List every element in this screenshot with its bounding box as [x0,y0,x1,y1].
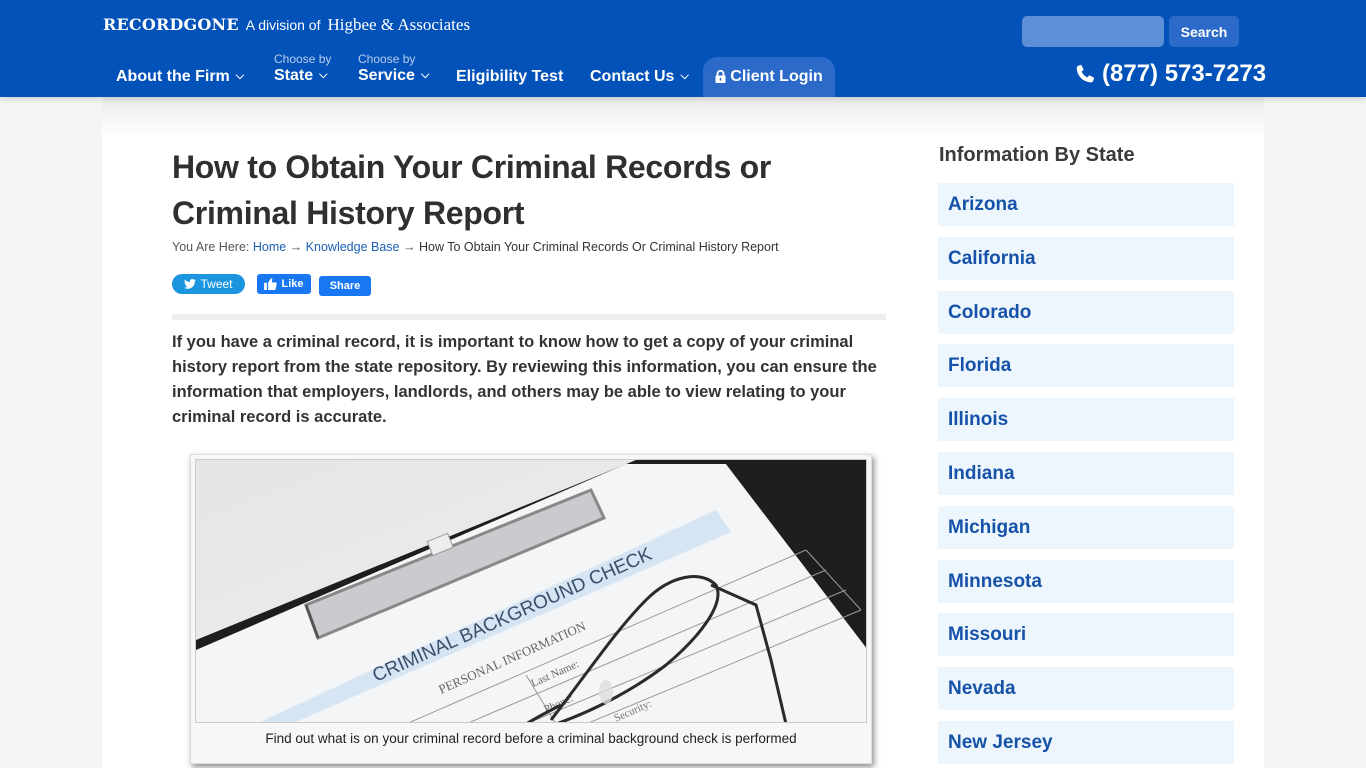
state-list: Arizona California Colorado Florida Illi… [938,183,1234,768]
nav-label: State [274,67,314,84]
chevron-down-icon: ⌵ [235,70,245,82]
figure-caption: Find out what is on your criminal record… [265,731,797,746]
state-link-california[interactable]: California [938,236,1234,280]
article-figure: CRIMINAL BACKGROUND CHECK PERSONAL INFOR… [190,454,872,764]
tweet-label: Tweet [200,277,233,291]
chevron-down-icon: ⌵ [319,69,328,81]
logo[interactable]: RECORDGONE [103,15,239,34]
brand[interactable]: RECORDGONE A division of Higbee & Associ… [103,15,470,35]
parent-company[interactable]: Higbee & Associates [327,15,470,35]
facebook-share-button[interactable]: Share [319,276,371,296]
phone-icon [1076,64,1095,83]
state-link-colorado[interactable]: Colorado [938,290,1234,334]
state-link-new-jersey[interactable]: New Jersey [938,720,1234,764]
content-divider [172,314,886,320]
like-label: Like [281,278,304,290]
state-link-florida[interactable]: Florida [938,344,1234,388]
search-input[interactable] [1022,16,1164,47]
sidebar-title: Information By State [939,144,1135,166]
breadcrumb-separator: → [289,240,303,254]
phone-number-text: (877) 573-7273 [1102,60,1267,87]
thumbs-up-icon [264,278,278,290]
state-link-minnesota[interactable]: Minnesota [938,559,1234,603]
breadcrumb-home[interactable]: Home [253,240,286,254]
tweet-button[interactable]: Tweet [172,274,245,294]
breadcrumb-prefix: You Are Here: [172,240,250,254]
state-link-michigan[interactable]: Michigan [938,505,1234,549]
state-link-arizona[interactable]: Arizona [938,183,1234,226]
share-label: Share [329,280,361,292]
chevron-down-icon: ⌵ [420,69,430,81]
nav-label: Contact Us [590,68,675,85]
breadcrumb-knowledge-base[interactable]: Knowledge Base [306,240,400,254]
state-link-nevada[interactable]: Nevada [938,667,1234,711]
search-button[interactable]: Search [1169,16,1239,47]
nav-sublabel: Choose by [358,52,416,66]
state-link-indiana[interactable]: Indiana [938,451,1234,495]
background-check-image: CRIMINAL BACKGROUND CHECK PERSONAL INFOR… [195,459,867,723]
breadcrumb-current: How To Obtain Your Criminal Records Or C… [418,240,779,254]
state-link-missouri[interactable]: Missouri [938,613,1234,657]
breadcrumb: You Are Here: Home → Knowledge Base → Ho… [172,240,779,254]
page-title: How to Obtain Your Criminal Records or C… [172,149,772,231]
client-login-tab[interactable]: Client Login [703,57,835,97]
division-text: A division of [245,17,321,33]
nav-label: Eligibility Test [456,68,564,85]
nav-choose-by-service[interactable]: Choose by Service ⌵ [358,52,429,85]
breadcrumb-separator: → [402,240,416,254]
nav-choose-by-state[interactable]: Choose by State ⌵ [274,52,331,85]
nav-eligibility-test[interactable]: Eligibility Test [456,68,563,86]
lock-icon [715,69,726,83]
nav-label: About the Firm [116,68,230,85]
twitter-bird-icon [184,279,197,289]
nav-sublabel: Choose by [274,52,332,66]
state-link-illinois[interactable]: Illinois [938,398,1234,442]
nav-contact-us[interactable]: Contact Us ⌵ [590,68,689,86]
phone-number[interactable]: (877) 573-7273 [1074,60,1266,88]
nav-about-the-firm[interactable]: About the Firm ⌵ [116,68,244,86]
intro-paragraph: If you have a criminal record, it is imp… [172,333,877,426]
facebook-like-button[interactable]: Like [257,274,311,294]
clipboard-illustration: CRIMINAL BACKGROUND CHECK PERSONAL INFOR… [196,460,866,722]
nav-label: Service [358,67,415,84]
chevron-down-icon: ⌵ [680,70,689,82]
site-header: RECORDGONE A division of Higbee & Associ… [0,0,1366,97]
client-login-label: Client Login [730,68,823,85]
